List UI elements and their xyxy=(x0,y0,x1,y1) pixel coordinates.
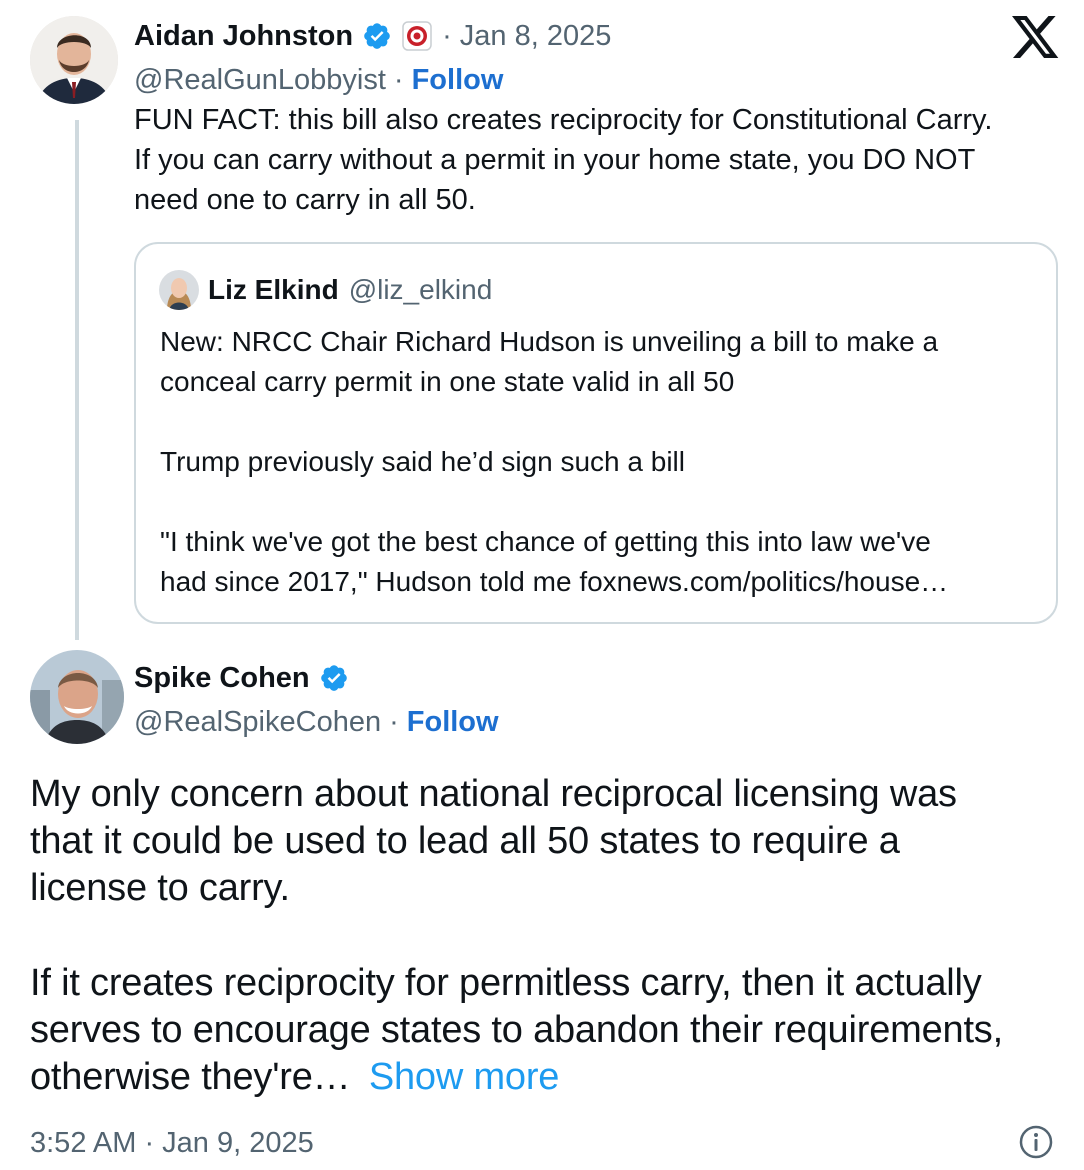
quote-text: New: NRCC Chair Richard Hudson is unveil… xyxy=(160,322,1040,602)
tweet1-date[interactable]: Jan 8, 2025 xyxy=(460,16,612,56)
tweet2-line: My only concern about national reciproca… xyxy=(30,773,957,815)
spike-avatar[interactable] xyxy=(30,650,124,744)
handle-separator: · xyxy=(393,64,404,96)
follow-aidan-button[interactable]: Follow xyxy=(412,60,504,100)
liz-avatar-image xyxy=(159,270,199,310)
aidan-handle[interactable]: @RealGunLobbyist xyxy=(134,60,386,100)
tweet1-line: FUN FACT: this bill also creates recipro… xyxy=(134,104,993,136)
date-separator: · xyxy=(442,20,452,52)
verified-badge-icon xyxy=(362,21,392,51)
spike-name[interactable]: Spike Cohen xyxy=(134,662,310,695)
quote-line: Trump previously said he’d sign such a b… xyxy=(160,446,685,477)
quote-line: "I think we've got the best chance of ge… xyxy=(160,526,931,557)
show-more-link[interactable]: Show more xyxy=(369,1056,560,1098)
org-affiliation-badge-icon[interactable] xyxy=(402,21,432,51)
follow-spike-button[interactable]: Follow xyxy=(407,702,499,742)
aidan-avatar[interactable] xyxy=(30,16,118,104)
tweet2-line: license to carry. xyxy=(30,867,290,909)
tweet2-line: serves to encourage states to abandon th… xyxy=(30,1009,1003,1051)
quote-line: conceal carry permit in one state valid … xyxy=(160,366,735,397)
tweet2-text: My only concern about national reciproca… xyxy=(30,771,1070,1101)
tweet1-line: need one to carry in all 50. xyxy=(134,184,476,216)
tweet2-line: otherwise they're… xyxy=(30,1056,351,1098)
spike-handle[interactable]: @RealSpikeCohen xyxy=(134,702,381,742)
liz-handle[interactable]: @liz_elkind xyxy=(349,270,493,310)
tweet2-line: that it could be used to lead all 50 sta… xyxy=(30,820,900,862)
tweet1-text: FUN FACT: this bill also creates recipro… xyxy=(134,100,1064,220)
liz-avatar[interactable] xyxy=(159,270,199,310)
x-logo-icon[interactable] xyxy=(1012,16,1060,60)
aidan-avatar-image xyxy=(30,16,118,104)
thread-connector xyxy=(75,120,79,640)
quote-line: had since 2017," Hudson told me foxnews.… xyxy=(160,566,949,597)
handle-separator: · xyxy=(389,706,399,738)
tweet2-timestamp[interactable]: 3:52 AM · Jan 9, 2025 xyxy=(30,1123,314,1163)
tweet2-line: If it creates reciprocity for permitless… xyxy=(30,962,982,1004)
info-icon[interactable] xyxy=(1018,1124,1054,1160)
verified-badge-icon xyxy=(319,663,349,693)
quote-line: New: NRCC Chair Richard Hudson is unveil… xyxy=(160,326,939,357)
aidan-name[interactable]: Aidan Johnston xyxy=(134,20,353,53)
tweet1-line: If you can carry without a permit in you… xyxy=(134,144,976,176)
liz-name[interactable]: Liz Elkind xyxy=(208,274,339,306)
spike-avatar-image xyxy=(30,650,124,744)
